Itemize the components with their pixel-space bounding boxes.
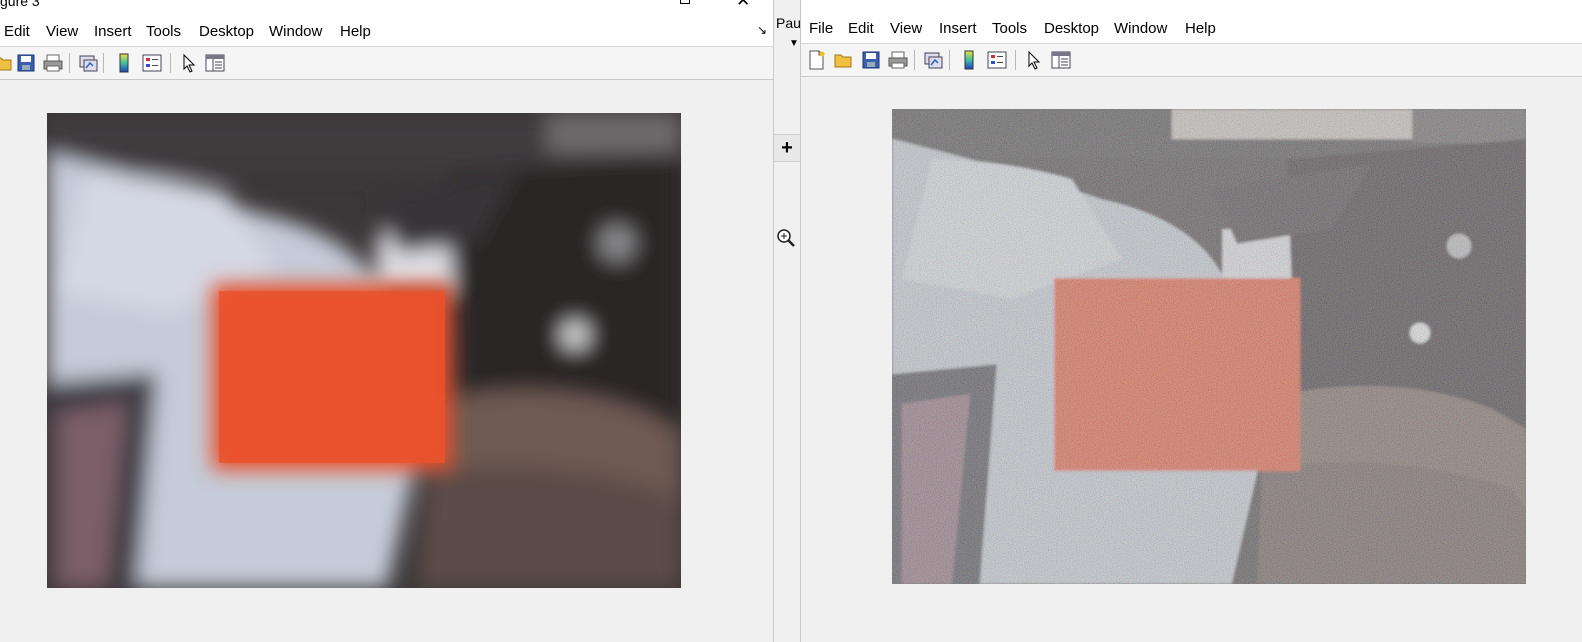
print-icon[interactable] bbox=[887, 49, 909, 71]
toolbar-separator bbox=[103, 53, 104, 73]
colorbar-icon[interactable] bbox=[958, 49, 980, 71]
menu-bar: Edit View Insert Tools Desktop Window He… bbox=[0, 15, 773, 47]
menu-view[interactable]: View bbox=[890, 20, 922, 37]
menu-edit[interactable]: Edit bbox=[848, 20, 874, 37]
side-panel-strip: Paus ▼ + bbox=[773, 0, 808, 642]
blurred-image-axes bbox=[47, 113, 681, 588]
menu-view[interactable]: View bbox=[46, 23, 78, 40]
left-figure-window: gure 3 ✕ Edit View Insert Tools Desktop … bbox=[0, 0, 773, 642]
menu-window[interactable]: Window bbox=[269, 23, 322, 40]
menu-help[interactable]: Help bbox=[1185, 20, 1216, 37]
toolbar-separator bbox=[69, 53, 70, 73]
toolbar-separator bbox=[914, 50, 915, 70]
menu-desktop[interactable]: Desktop bbox=[1044, 20, 1099, 37]
window-title: gure 3 bbox=[0, 0, 40, 9]
menu-tools[interactable]: Tools bbox=[992, 20, 1027, 37]
print-icon[interactable] bbox=[42, 52, 64, 74]
close-icon[interactable]: ✕ bbox=[736, 0, 750, 11]
blurred-webcam-image bbox=[47, 113, 681, 588]
right-figure-window: File Edit View Insert Tools Desktop Wind… bbox=[801, 0, 1582, 642]
toolbar-separator bbox=[1015, 50, 1016, 70]
menu-help[interactable]: Help bbox=[340, 23, 371, 40]
menu-bar: File Edit View Insert Tools Desktop Wind… bbox=[801, 12, 1582, 44]
menu-edit[interactable]: Edit bbox=[4, 23, 30, 40]
zoom-in-icon[interactable] bbox=[776, 228, 796, 253]
maximize-icon[interactable] bbox=[680, 0, 690, 4]
menu-window[interactable]: Window bbox=[1114, 20, 1167, 37]
toolbar-separator bbox=[170, 53, 171, 73]
dock-arrow-icon[interactable]: ↘ bbox=[757, 23, 767, 37]
menu-file[interactable]: File bbox=[809, 20, 833, 37]
legend-icon[interactable] bbox=[986, 49, 1008, 71]
property-inspector-icon[interactable] bbox=[204, 52, 226, 74]
save-icon[interactable] bbox=[860, 49, 882, 71]
toolbar-separator bbox=[949, 50, 950, 70]
save-icon[interactable] bbox=[15, 52, 37, 74]
noisy-webcam-image bbox=[892, 109, 1526, 584]
link-plot-icon[interactable] bbox=[77, 52, 99, 74]
new-figure-icon[interactable] bbox=[805, 49, 827, 71]
plus-icon[interactable]: + bbox=[774, 134, 800, 162]
figure-toolbar bbox=[801, 44, 1582, 77]
property-inspector-icon[interactable] bbox=[1050, 49, 1072, 71]
link-plot-icon[interactable] bbox=[922, 49, 944, 71]
legend-icon[interactable] bbox=[141, 52, 163, 74]
figure-toolbar bbox=[0, 47, 773, 80]
colorbar-icon[interactable] bbox=[113, 52, 135, 74]
menu-desktop[interactable]: Desktop bbox=[199, 23, 254, 40]
menu-insert[interactable]: Insert bbox=[94, 23, 132, 40]
dropdown-arrow-icon[interactable]: ▼ bbox=[789, 38, 799, 49]
menu-tools[interactable]: Tools bbox=[146, 23, 181, 40]
title-bar: gure 3 ✕ bbox=[0, 0, 773, 15]
menu-insert[interactable]: Insert bbox=[939, 20, 977, 37]
open-folder-icon[interactable] bbox=[832, 49, 854, 71]
open-folder-icon[interactable] bbox=[0, 52, 14, 74]
pointer-icon[interactable] bbox=[1023, 49, 1045, 71]
title-bar bbox=[801, 0, 1582, 12]
pointer-icon[interactable] bbox=[178, 52, 200, 74]
noisy-image-axes bbox=[892, 109, 1526, 584]
